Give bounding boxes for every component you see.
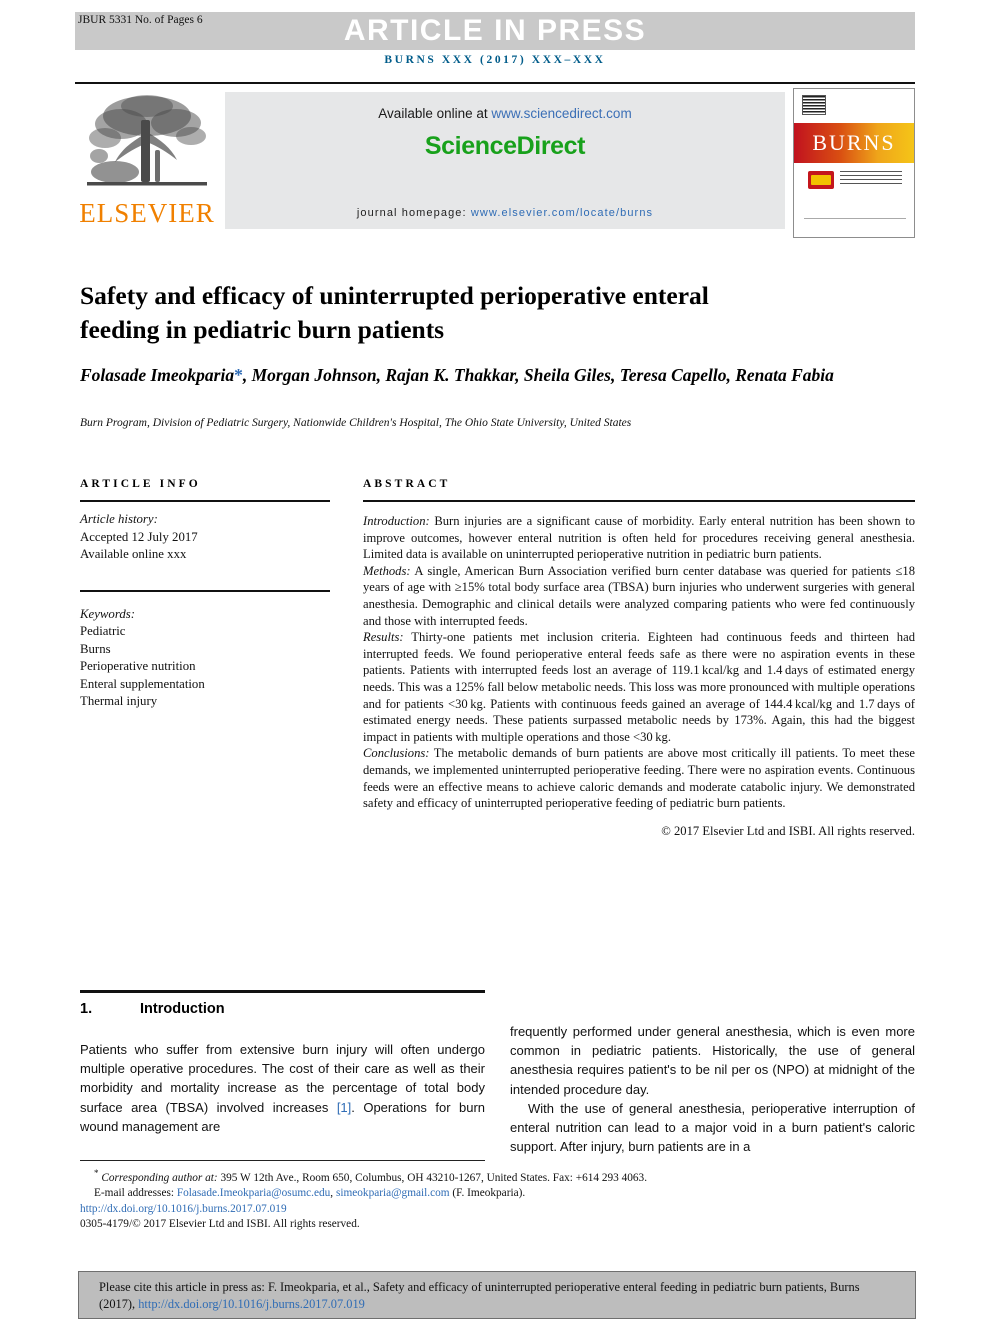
introduction-right-column: frequently performed under general anest…: [510, 1022, 915, 1156]
cite-this-article-text: Please cite this article in press as: F.…: [85, 1275, 909, 1315]
abstract-paragraph: Results: Thirty-one patients met inclusi…: [363, 629, 915, 745]
email-link-secondary[interactable]: simeokparia@gmail.com: [336, 1187, 450, 1199]
keyword-item: Burns: [80, 641, 111, 656]
footnote-divider: [80, 1160, 485, 1161]
coauthor-names: , Morgan Johnson, Rajan K. Thakkar, Shei…: [242, 365, 834, 385]
introduction-left-column: Patients who suffer from extensive burn …: [80, 1040, 485, 1136]
abstract-divider: [363, 500, 915, 502]
abstract-section-label: Introduction:: [363, 514, 430, 528]
manuscript-id-label: JBUR 5331 No. of Pages 6: [78, 14, 203, 26]
body-paragraph: Patients who suffer from extensive burn …: [80, 1040, 485, 1136]
elsevier-logo: ELSEVIER: [75, 90, 220, 242]
sciencedirect-wordmark: ScienceDirect: [424, 132, 586, 160]
keyword-item: Pediatric: [80, 624, 126, 638]
email-owner: (F. Imeokparia).: [449, 1187, 526, 1200]
cite-this-article-box: Please cite this article in press as: F.…: [78, 1271, 916, 1319]
email-footnote: E-mail addresses: Folasade.Imeokparia@os…: [80, 1186, 920, 1201]
sciencedirect-url-link[interactable]: www.sciencedirect.com: [491, 106, 631, 121]
keyword-item: Perioperative nutrition: [80, 659, 196, 673]
section-number: 1.: [80, 1001, 93, 1017]
journal-homepage-line: journal homepage: www.elsevier.com/locat…: [225, 207, 785, 219]
footnote-asterisk-icon: *: [94, 1168, 99, 1178]
accepted-date: Accepted 12 July 2017: [80, 529, 198, 544]
author-list: Folasade Imeokparia*, Morgan Johnson, Ra…: [80, 363, 840, 388]
article-info-heading: ARTICLE INFO: [80, 478, 201, 490]
elsevier-wordmark: ELSEVIER: [79, 198, 215, 228]
email-addresses-label: E-mail addresses:: [94, 1187, 174, 1200]
abstract-paragraph: Conclusions: The metabolic demands of bu…: [363, 745, 915, 811]
corresponding-author-address: 395 W 12th Ave., Room 650, Columbus, OH …: [217, 1171, 648, 1184]
keyword-item: Thermal injury: [80, 694, 158, 708]
article-info-column: ARTICLE INFO Article history: Accepted 1…: [80, 478, 330, 711]
elsevier-tree-icon: [87, 95, 207, 186]
journal-cover-thumbnail: BURNS: [793, 88, 915, 238]
footnote-block: * Corresponding author at: 395 W 12th Av…: [80, 1166, 920, 1232]
affiliation: Burn Program, Division of Pediatric Surg…: [80, 417, 632, 429]
doi-link[interactable]: http://dx.doi.org/10.1016/j.burns.2017.0…: [80, 1203, 287, 1215]
body-paragraph: frequently performed under general anest…: [510, 1024, 915, 1097]
journal-homepage-label: journal homepage:: [356, 207, 471, 219]
sciencedirect-panel: Available online at www.sciencedirect.co…: [225, 92, 785, 229]
available-online-prefix: Available online at: [378, 106, 492, 121]
keyword-item: Enteral supplementation: [80, 676, 205, 691]
available-online-line: Available online at www.sciencedirect.co…: [225, 106, 785, 121]
journal-homepage-url[interactable]: www.elsevier.com/locate/burns: [471, 207, 653, 219]
cover-divider: [804, 218, 906, 219]
email-link-primary[interactable]: Folasade.Imeokparia@osumc.edu: [177, 1187, 330, 1199]
section-divider: [80, 990, 485, 993]
article-history-label: Article history:: [80, 512, 158, 526]
corresponding-author-label: Corresponding author at:: [101, 1171, 218, 1184]
body-paragraph: With the use of general anesthesia, peri…: [510, 1100, 915, 1155]
abstract-body: Introduction: Burn injuries are a signif…: [363, 513, 915, 812]
article-info-divider-top: [80, 500, 330, 502]
abstract-section-label: Methods:: [363, 563, 411, 578]
abstract-section-text: Thirty-one patients met inclusion criter…: [363, 630, 915, 744]
abstract-paragraph: Introduction: Burn injuries are a signif…: [363, 513, 915, 563]
section-title-introduction: Introduction: [140, 1001, 225, 1017]
cover-journal-title: BURNS: [812, 130, 896, 155]
article-history-block: Article history: Accepted 12 July 2017 A…: [80, 511, 330, 564]
abstract-column: ABSTRACT Introduction: Burn injuries are…: [363, 478, 915, 839]
journal-masthead: ELSEVIER Available online at www.science…: [75, 82, 915, 242]
cover-barcode-icon: [802, 95, 826, 115]
article-info-divider-bottom: [80, 589, 330, 592]
reference-link[interactable]: [1]: [337, 1100, 351, 1115]
abstract-paragraph: Methods: A single, American Burn Associa…: [363, 563, 915, 629]
abstract-section-label: Results:: [363, 630, 404, 645]
abstract-copyright: © 2017 Elsevier Ltd and ISBI. All rights…: [661, 823, 915, 838]
cover-society-text: [840, 171, 902, 187]
keywords-label: Keywords:: [80, 606, 135, 621]
abstract-section-text: A single, American Burn Association veri…: [363, 563, 915, 628]
page-title: Safety and efficacy of uninterrupted per…: [80, 281, 709, 345]
issn-copyright-line: 0305-4179/© 2017 Elsevier Ltd and ISBI. …: [80, 1217, 360, 1230]
abstract-heading: ABSTRACT: [363, 478, 451, 490]
keywords-block: Keywords: Pediatric Burns Perioperative …: [80, 606, 330, 711]
doi-footnote: http://dx.doi.org/10.1016/j.burns.2017.0…: [80, 1202, 920, 1217]
corresponding-author-marker[interactable]: *: [234, 365, 243, 385]
isbi-emblem-icon: [808, 171, 834, 189]
abstract-section-label: Conclusions:: [363, 746, 430, 761]
abstract-section-text: Burn injuries are a significant cause of…: [363, 514, 915, 562]
journal-citation-line: BURNS XXX (2017) XXX–XXX: [384, 54, 606, 66]
corresponding-author-footnote: * Corresponding author at: 395 W 12th Av…: [80, 1166, 920, 1186]
corresponding-author-name: Folasade Imeokparia: [80, 365, 235, 385]
abstract-section-text: The metabolic demands of burn patients a…: [363, 746, 915, 811]
cite-doi-link[interactable]: http://dx.doi.org/10.1016/j.burns.2017.0…: [138, 1297, 365, 1311]
available-online-date: Available online xxx: [80, 547, 187, 561]
